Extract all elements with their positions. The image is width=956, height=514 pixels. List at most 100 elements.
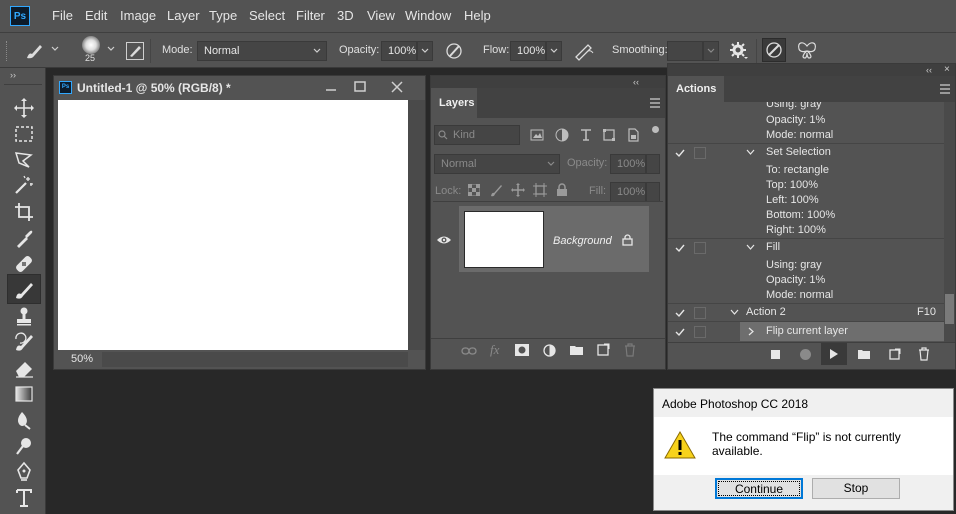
action-step-set-selection[interactable]: Set Selection [668,145,944,160]
close-icon[interactable] [389,79,405,95]
flow-input[interactable]: 100% [510,41,546,61]
menu-filter[interactable]: Filter [296,0,325,32]
history-brush-tool-icon[interactable] [13,331,35,353]
collapse-arrows-icon[interactable]: ‹‹ [633,77,639,87]
action-row-action-2[interactable]: Action 2 F10 [668,305,944,320]
menu-file[interactable]: File [52,0,73,32]
vertical-scrollbar[interactable] [408,100,425,350]
lasso-tool-icon[interactable] [13,149,35,171]
fill-dropdown[interactable] [646,182,660,202]
minimize-icon[interactable] [323,80,339,94]
collapse-panel-icon[interactable]: ›› [10,70,16,80]
menu-help[interactable]: Help [464,0,491,32]
brush-tip-icon[interactable] [82,36,100,54]
symmetry-butterfly-icon[interactable] [796,41,818,61]
chevron-right-icon[interactable] [748,327,755,336]
brush-tool-icon[interactable] [13,279,35,301]
new-layer-icon[interactable] [597,343,610,356]
maximize-icon[interactable] [352,80,368,94]
action-step-flip-current-layer[interactable]: Flip current layer [668,324,944,339]
lock-artboard-icon[interactable] [533,183,547,197]
trash-icon[interactable] [624,343,636,357]
menu-3d[interactable]: 3D [337,0,354,32]
tab-actions[interactable]: Actions [668,76,724,102]
record-icon[interactable] [800,349,811,360]
layer-name[interactable]: Background [553,235,612,247]
chevron-down-icon[interactable] [746,149,755,156]
gradient-tool-icon[interactable] [13,383,35,405]
smoothing-dropdown[interactable] [703,41,719,61]
menu-image[interactable]: Image [120,0,156,32]
link-layers-icon[interactable] [461,345,477,357]
layer-style-fx-icon[interactable]: fx [490,342,499,358]
chevron-down-icon[interactable] [730,309,739,316]
horizontal-scrollbar[interactable] [102,352,408,367]
checkmark-icon[interactable] [674,147,686,159]
stop-recording-icon[interactable] [771,350,780,359]
mode-select[interactable]: Normal [197,41,327,61]
gear-icon[interactable] [729,41,749,61]
crop-tool-icon[interactable] [13,201,35,223]
pressure-opacity-icon[interactable] [444,41,464,61]
checkmark-icon[interactable] [674,326,686,338]
brush-tool-preset-icon[interactable] [24,42,46,60]
eraser-tool-icon[interactable] [13,357,35,379]
blur-tool-icon[interactable] [13,409,35,431]
checkmark-icon[interactable] [674,307,686,319]
add-mask-icon[interactable] [515,344,529,356]
filter-smart-object-icon[interactable] [626,128,640,142]
filter-adjustment-icon[interactable] [555,128,569,142]
action-step-fill[interactable]: Fill [668,240,944,255]
smoothing-input[interactable] [667,41,703,61]
filter-type-icon[interactable] [579,128,593,142]
clone-stamp-tool-icon[interactable] [13,305,35,327]
healing-brush-tool-icon[interactable] [13,253,35,275]
menu-view[interactable]: View [367,0,395,32]
flow-dropdown[interactable] [546,41,562,61]
menu-layer[interactable]: Layer [167,0,200,32]
dialog-toggle-box[interactable] [694,326,706,338]
magic-wand-tool-icon[interactable] [13,174,35,196]
dialog-toggle-box[interactable] [694,307,706,319]
fill-input[interactable]: 100% [610,182,646,202]
checkmark-icon[interactable] [674,242,686,254]
new-group-folder-icon[interactable] [569,344,584,356]
new-action-icon[interactable] [889,348,901,360]
move-tool-icon[interactable] [13,97,35,119]
adjustment-layer-icon[interactable] [543,344,556,357]
filter-pixel-icon[interactable] [530,128,544,142]
chevron-down-icon[interactable] [51,45,59,53]
dialog-toggle-box[interactable] [694,242,706,254]
filter-shape-icon[interactable] [602,128,616,142]
stop-button[interactable]: Stop [812,478,900,499]
lock-position-icon[interactable] [511,183,525,197]
opacity-dropdown[interactable] [417,41,433,61]
menu-type[interactable]: Type [209,0,237,32]
canvas[interactable] [58,100,408,350]
tab-layers[interactable]: Layers [431,88,477,118]
menu-select[interactable]: Select [249,0,285,32]
lock-pixels-icon[interactable] [489,183,503,197]
eyedropper-tool-icon[interactable] [13,227,35,249]
menu-edit[interactable]: Edit [85,0,107,32]
layer-opacity-input[interactable]: 100% [610,154,646,174]
eye-visibility-icon[interactable] [436,235,452,245]
dodge-tool-icon[interactable] [13,435,35,457]
dialog-toggle-box[interactable] [694,147,706,159]
menu-window[interactable]: Window [405,0,451,32]
zoom-level[interactable]: 50% [71,353,93,365]
collapse-arrows-icon[interactable]: ‹‹ [926,65,932,75]
type-tool-icon[interactable] [13,487,35,509]
new-set-folder-icon[interactable] [857,349,871,360]
trash-icon[interactable] [918,347,930,361]
pen-tool-icon[interactable] [13,461,35,483]
scrollbar-thumb[interactable] [945,294,954,324]
airbrush-icon[interactable] [573,41,595,61]
panel-menu-icon[interactable] [939,84,951,94]
blend-mode-select[interactable]: Normal [434,154,560,174]
filter-toggle-icon[interactable] [652,126,659,133]
layer-opacity-dropdown[interactable] [646,154,660,174]
play-icon[interactable] [829,348,839,360]
panel-menu-icon[interactable] [649,98,661,108]
lock-transparent-icon[interactable] [468,184,480,196]
